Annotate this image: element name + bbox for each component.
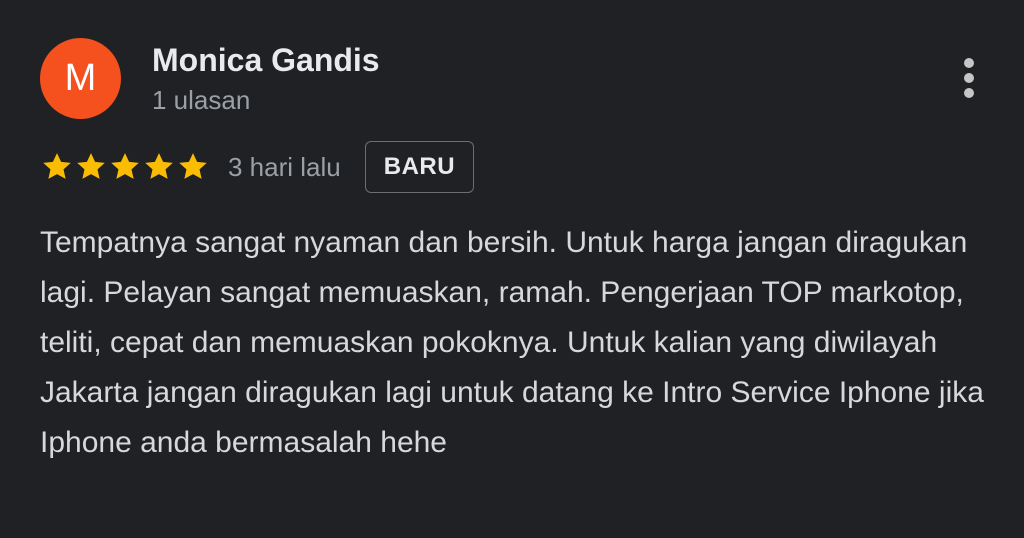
- more-vert-icon: [964, 58, 974, 98]
- star-icon: [43, 153, 71, 179]
- star-icon: [111, 153, 139, 179]
- star-icon: [77, 153, 105, 179]
- star-rating: [40, 150, 210, 184]
- more-options-button[interactable]: [950, 56, 990, 100]
- new-badge: BARU: [364, 141, 475, 193]
- author-name[interactable]: Monica Gandis: [152, 40, 380, 80]
- rating-row: 3 hari lalu BARU: [40, 140, 475, 194]
- avatar-initial: M: [64, 57, 97, 99]
- review-card: M Monica Gandis 1 ulasan 3 hari lalu BAR…: [0, 0, 1024, 538]
- review-text: Tempatnya sangat nyaman dan bersih. Untu…: [40, 226, 984, 459]
- star-icon: [145, 153, 173, 179]
- author-review-count: 1 ulasan: [152, 85, 251, 115]
- review-date: 3 hari lalu: [228, 151, 341, 182]
- avatar[interactable]: M: [40, 38, 121, 119]
- star-icon: [179, 153, 207, 179]
